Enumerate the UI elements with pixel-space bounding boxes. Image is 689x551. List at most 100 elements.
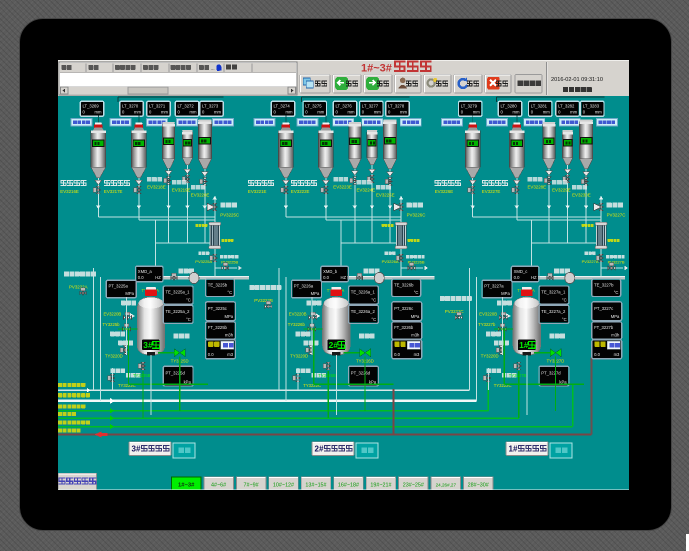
svg-text:XMD_b: XMD_b — [323, 269, 338, 274]
svg-text:MPa: MPa — [224, 314, 233, 319]
svg-text:TE_3227b: TE_3227b — [594, 283, 614, 288]
svg-text:mm: mm — [543, 110, 550, 115]
svg-text:mm: mm — [190, 110, 197, 115]
svg-text:2016-02-01 09:31:10: 2016-02-01 09:31:10 — [551, 77, 603, 83]
svg-text:0.0: 0.0 — [514, 275, 520, 280]
svg-text:mm: mm — [161, 110, 168, 115]
svg-text:LT_3282: LT_3282 — [558, 104, 575, 109]
svg-text:m3h: m3h — [611, 333, 620, 338]
svg-text:EV3229E: EV3229E — [552, 188, 571, 193]
svg-text:mm: mm — [374, 110, 381, 115]
svg-text:2#: 2# — [315, 445, 324, 454]
svg-text:MPa: MPa — [411, 314, 420, 319]
svg-text:FT_3227b: FT_3227b — [594, 325, 614, 330]
svg-text:EV3218E: EV3218E — [147, 185, 166, 190]
svg-text:PT_3225d: PT_3225d — [166, 371, 186, 376]
svg-text:0.0: 0.0 — [394, 352, 400, 357]
svg-text:0.0: 0.0 — [208, 352, 214, 357]
svg-text:MPa: MPa — [501, 291, 510, 296]
svg-text:EV3219E: EV3219E — [172, 188, 191, 193]
svg-text:HZ: HZ — [531, 275, 537, 280]
svg-text:°C: °C — [186, 317, 191, 322]
svg-text:PT_3225a: PT_3225a — [109, 284, 129, 289]
svg-text:TE_3226a_1: TE_3226a_1 — [351, 290, 376, 295]
svg-text:0.0: 0.0 — [323, 275, 329, 280]
svg-text:mm: mm — [473, 110, 480, 115]
svg-text:EV3224E: EV3224E — [357, 188, 376, 193]
svg-text:m3: m3 — [414, 352, 420, 357]
svg-text:PT_3227a: PT_3227a — [484, 284, 504, 289]
svg-text:28#~30#: 28#~30# — [468, 482, 489, 488]
svg-text:1#~3#: 1#~3# — [178, 482, 195, 488]
svg-text:PT_3227d: PT_3227d — [541, 371, 561, 376]
svg-text:0.0: 0.0 — [594, 352, 600, 357]
svg-text:PT_3226a: PT_3226a — [294, 284, 314, 289]
svg-text:TY3220D: TY3220D — [105, 354, 123, 359]
svg-text:4#~6#: 4#~6# — [211, 482, 226, 488]
svg-text:°C: °C — [227, 290, 232, 295]
svg-text:mm: mm — [286, 110, 293, 115]
svg-text:°C: °C — [562, 298, 567, 303]
svg-text:3#: 3# — [132, 445, 141, 454]
svg-text:TE_3227a_2: TE_3227a_2 — [541, 309, 566, 314]
svg-text:mm: mm — [95, 110, 102, 115]
svg-text:LT_3273: LT_3273 — [202, 104, 219, 109]
svg-text:7#~9#: 7#~9# — [244, 482, 259, 488]
svg-text:HZ: HZ — [341, 275, 347, 280]
svg-text:EV3220B: EV3220B — [479, 312, 497, 317]
svg-text:23#~25#: 23#~25# — [403, 482, 424, 488]
svg-text:PV3225C: PV3225C — [220, 213, 239, 218]
svg-text:EV3220B: EV3220B — [104, 312, 122, 317]
svg-text:LT_3279: LT_3279 — [461, 104, 478, 109]
svg-text:3#: 3# — [143, 340, 153, 350]
svg-text:m3h: m3h — [411, 333, 420, 338]
svg-text:EV3221E: EV3221E — [248, 189, 267, 194]
svg-text:FT_3226b: FT_3226b — [394, 325, 414, 330]
svg-text:TE_3225a_1: TE_3225a_1 — [166, 290, 191, 295]
svg-text:°C: °C — [186, 298, 191, 303]
svg-text:16#~18#: 16#~18# — [338, 482, 359, 488]
svg-text:LT_3269: LT_3269 — [83, 104, 100, 109]
svg-text:mm: mm — [134, 110, 141, 115]
svg-text:2#: 2# — [329, 340, 339, 350]
svg-text:TY3226b: TY3226b — [288, 322, 306, 327]
svg-text:TY3226B: TY3226B — [318, 373, 336, 378]
svg-text:PV3227C: PV3227C — [607, 213, 626, 218]
svg-text:LT_3272: LT_3272 — [178, 104, 195, 109]
svg-text:LT_3276: LT_3276 — [336, 104, 353, 109]
svg-text:PT_3226d: PT_3226d — [351, 371, 371, 376]
svg-text:XMD_c: XMD_c — [514, 269, 528, 274]
svg-text:mm: mm — [570, 110, 577, 115]
svg-text:1#: 1# — [519, 340, 529, 350]
svg-text:EV3230E: EV3230E — [572, 193, 591, 198]
svg-text:PT_3225c: PT_3225c — [208, 306, 227, 311]
svg-text:TY3227b: TY3227b — [478, 322, 496, 327]
svg-text:...: ... — [211, 66, 215, 72]
svg-text:°C: °C — [371, 317, 376, 322]
svg-text:°C: °C — [562, 317, 567, 322]
svg-text:TY3220D: TY3220D — [290, 354, 308, 359]
svg-text:LT_3271: LT_3271 — [149, 104, 166, 109]
svg-text:m3: m3 — [227, 352, 233, 357]
svg-text:EV3216E: EV3216E — [60, 189, 79, 194]
svg-text:PT_3226c: PT_3226c — [394, 306, 413, 311]
svg-text:mm: mm — [317, 110, 324, 115]
svg-text:LT_3275: LT_3275 — [305, 104, 322, 109]
svg-text:EV3226E: EV3226E — [435, 189, 454, 194]
svg-text:LT_3281: LT_3281 — [531, 104, 548, 109]
svg-text:EV3227E: EV3227E — [482, 189, 501, 194]
svg-text:TE_3226b: TE_3226b — [394, 283, 414, 288]
svg-text:24,26#,27: 24,26#,27 — [436, 482, 457, 487]
svg-text:TY3220D: TY3220D — [481, 354, 499, 359]
svg-text:EV3220E: EV3220E — [191, 193, 210, 198]
svg-text:m3h: m3h — [225, 333, 234, 338]
svg-text:LT_3283: LT_3283 — [583, 104, 600, 109]
svg-text:TY3225b: TY3225b — [103, 322, 121, 327]
svg-text:XMD_a: XMD_a — [138, 269, 153, 274]
svg-text:mm: mm — [214, 110, 221, 115]
svg-text:FT_3225b: FT_3225b — [208, 325, 228, 330]
svg-text:TE_3226a_2: TE_3226a_2 — [351, 309, 376, 314]
svg-text:LT_3274: LT_3274 — [274, 104, 291, 109]
svg-text:m3: m3 — [614, 352, 620, 357]
svg-text:EV3228E: EV3228E — [528, 185, 547, 190]
